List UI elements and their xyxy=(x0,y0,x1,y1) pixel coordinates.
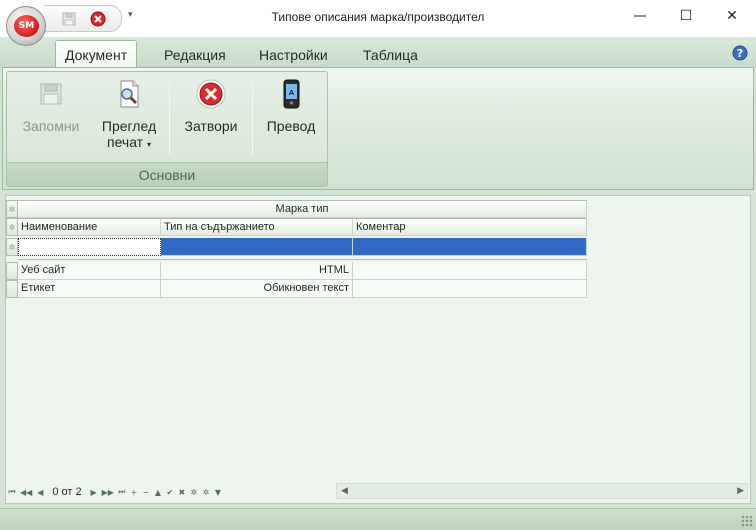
maximize-button[interactable]: ☐ xyxy=(676,6,696,26)
previous-record-icon[interactable]: ◀ xyxy=(36,488,44,497)
ribbon-panel: Запомни Преглед печат ▾ Затвори A Превод… xyxy=(2,67,754,190)
column-header-name[interactable]: Наименование xyxy=(18,218,161,236)
new-row-indicator: ✲ xyxy=(6,238,18,256)
sm-logo-icon: SM xyxy=(14,15,39,37)
tab-edit[interactable]: Редакция xyxy=(164,47,226,63)
print-preview-label-line2: печат xyxy=(107,134,144,150)
resize-grip-icon[interactable] xyxy=(741,515,753,527)
cell-name[interactable]: Уеб сайт xyxy=(18,262,161,280)
svg-text:A: A xyxy=(289,89,295,97)
ribbon-separator xyxy=(252,82,253,154)
record-position: 0 от 2 xyxy=(52,486,82,498)
print-preview-button[interactable]: Преглед печат ▾ xyxy=(95,78,163,150)
horizontal-scrollbar[interactable]: ◀ ▶ xyxy=(336,483,748,499)
last-record-icon[interactable]: ⏭ xyxy=(118,487,126,497)
new-row-comment-cell[interactable] xyxy=(353,238,587,256)
cell-comment[interactable] xyxy=(353,262,587,280)
row-indicator xyxy=(6,280,18,298)
delete-record-icon[interactable]: − xyxy=(142,488,150,497)
close-red-icon xyxy=(196,79,226,109)
print-preview-label: Преглед xyxy=(101,118,157,134)
close-button[interactable]: Затвори xyxy=(175,78,247,134)
column-header-comment[interactable]: Коментар xyxy=(353,218,587,236)
ribbon-tabs: Документ Редакция Настройки Таблица ? xyxy=(0,38,756,69)
next-page-icon[interactable]: ▶▶ xyxy=(102,488,114,497)
status-bar xyxy=(0,508,756,530)
svg-text:?: ? xyxy=(737,47,743,60)
application-menu-button[interactable]: SM xyxy=(6,6,46,46)
cell-name[interactable]: Етикет xyxy=(18,280,161,298)
previous-page-icon[interactable]: ◀◀ xyxy=(20,488,32,497)
main-content: ✲ Марка тип ✲ Наименование Тип на съдърж… xyxy=(5,195,751,504)
row-indicator xyxy=(6,262,18,280)
print-preview-icon xyxy=(120,80,139,108)
ribbon-group-label: Основни xyxy=(7,162,327,186)
tab-document[interactable]: Документ xyxy=(55,40,138,69)
post-edit-icon[interactable]: ✔ xyxy=(166,488,174,497)
bookmark-icon[interactable]: ✲ xyxy=(202,488,210,497)
column-header-content-type[interactable]: Тип на съдържанието xyxy=(161,218,353,236)
tab-table[interactable]: Таблица xyxy=(363,47,418,63)
first-record-icon[interactable]: ⏮ xyxy=(8,487,16,497)
cancel-edit-icon[interactable]: ✖ xyxy=(178,488,186,497)
close-window-button[interactable]: ✕ xyxy=(722,6,742,26)
tab-settings[interactable]: Настройки xyxy=(259,47,328,63)
new-row-type-cell[interactable] xyxy=(161,238,353,256)
new-row-separator xyxy=(18,257,587,260)
help-icon[interactable]: ? xyxy=(732,45,748,61)
new-row-name-cell[interactable] xyxy=(18,238,161,256)
translate-button[interactable]: A Превод xyxy=(259,78,323,134)
ribbon-group-main: Запомни Преглед печат ▾ Затвори A Превод… xyxy=(6,71,328,187)
save-button-label: Запомни xyxy=(22,118,80,134)
save-button[interactable]: Запомни xyxy=(17,78,85,134)
scroll-left-icon[interactable]: ◀ xyxy=(341,486,348,496)
cell-content-type[interactable]: Обикновен текст xyxy=(161,280,353,298)
cell-content-type[interactable]: HTML xyxy=(161,262,353,280)
record-navigator: ⏮ ◀◀ ◀ 0 от 2 ▶ ▶▶ ⏭ + − ▲ ✔ ✖ ✲ ✲ ▼ xyxy=(8,484,222,500)
translate-button-label: Превод xyxy=(266,118,316,134)
next-record-icon[interactable]: ▶ xyxy=(90,488,98,497)
insert-record-icon[interactable]: + xyxy=(130,488,138,497)
ribbon-separator xyxy=(169,82,170,154)
save-icon xyxy=(40,83,62,105)
row-indicator: ✲ xyxy=(6,200,18,218)
row-indicator: ✲ xyxy=(6,218,18,236)
refresh-icon[interactable]: ✲ xyxy=(190,488,198,497)
filter-icon[interactable]: ▼ xyxy=(214,488,222,497)
chevron-down-icon: ▾ xyxy=(146,140,151,149)
edit-record-icon[interactable]: ▲ xyxy=(154,488,162,497)
scroll-right-icon[interactable]: ▶ xyxy=(737,486,744,496)
band-header[interactable]: Марка тип xyxy=(18,200,587,218)
title-bar: SM ▾ Типове описания марка/производител … xyxy=(0,0,756,46)
close-button-label: Затвори xyxy=(184,118,238,134)
translate-device-icon: A xyxy=(283,79,300,109)
cell-comment[interactable] xyxy=(353,280,587,298)
minimize-button[interactable]: — xyxy=(630,6,650,26)
